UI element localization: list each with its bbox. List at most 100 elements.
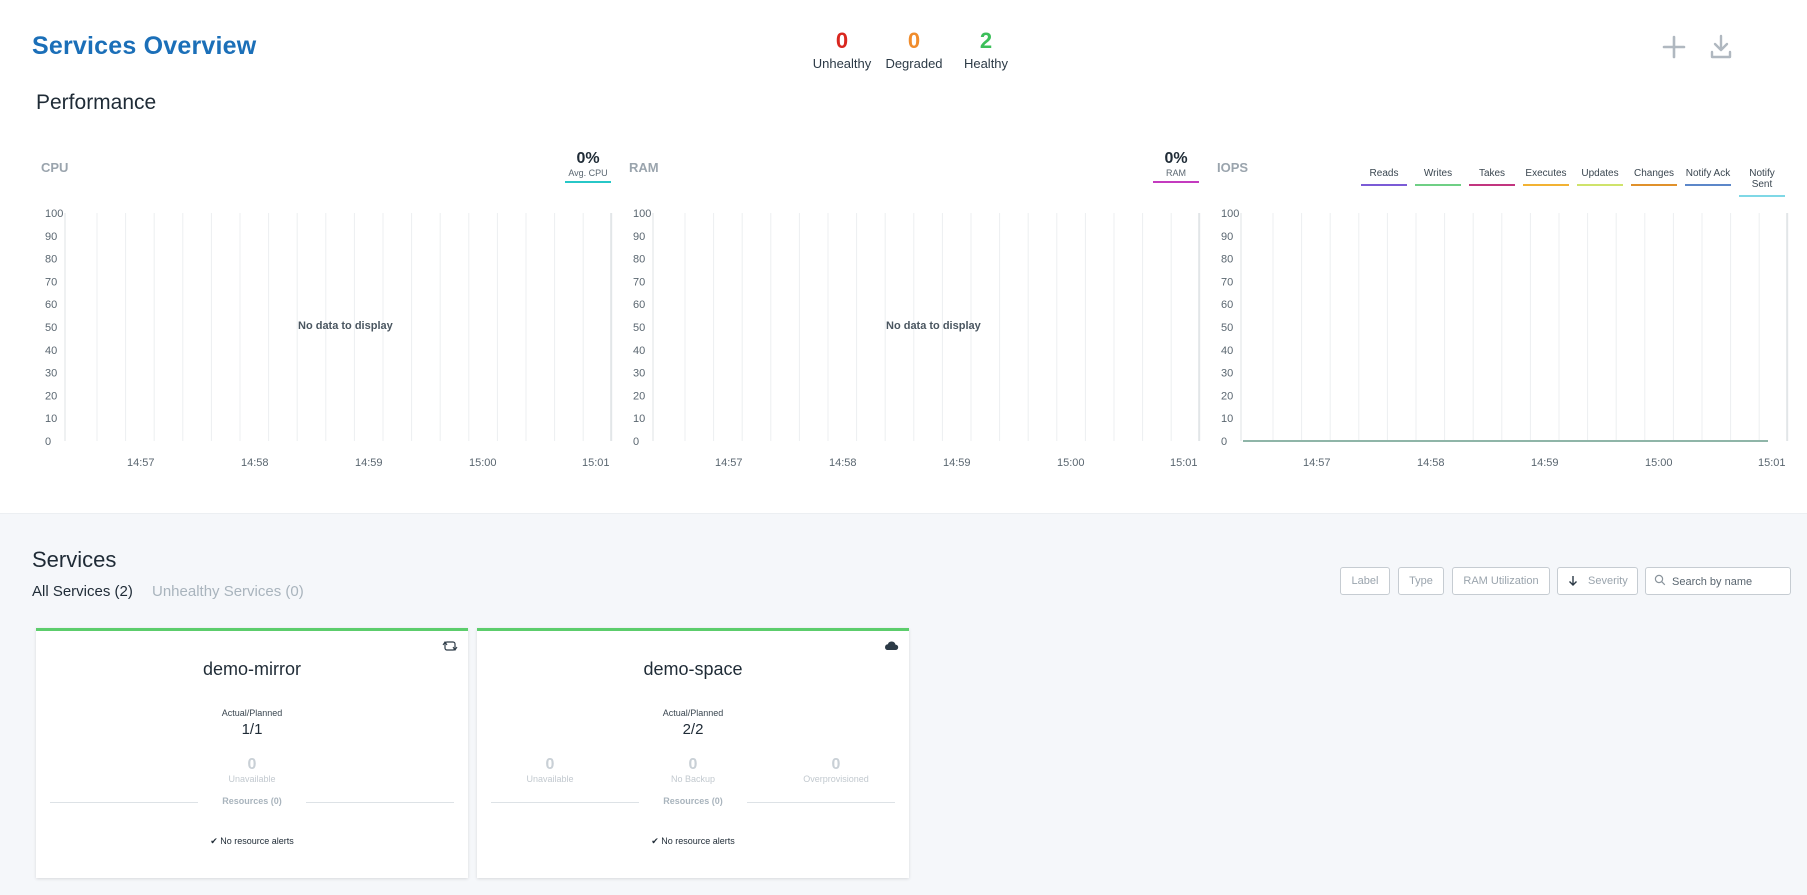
ram-y-tick: 0	[633, 436, 639, 448]
type-filter-button[interactable]: Type	[1398, 567, 1444, 595]
service-name: demo-mirror	[202, 659, 301, 679]
iops-x-tick: 14:58	[1417, 457, 1445, 469]
page-title: Services Overview	[32, 32, 257, 60]
cpu-y-tick: 70	[45, 276, 57, 288]
healthy-stat[interactable]: 2 Healthy	[951, 28, 1021, 71]
label-filter-button[interactable]: Label	[1340, 567, 1390, 595]
unavailable-metric: 0 Unavailable	[526, 756, 574, 784]
ram-plot: 100908070605040302010014:57 14:58 14:59 15:…	[633, 208, 1201, 469]
ram-y-tick: 10	[633, 413, 645, 425]
iops-y-tick: 50	[1221, 322, 1233, 334]
service-card-demo-mirror[interactable]: demo-mirror Actual/Planned 1/1 0 Unavail…	[36, 628, 468, 878]
cpu-x-tick: 14:57	[127, 457, 155, 469]
healthy-label: Healthy	[963, 56, 1009, 71]
ram-x-tick: 15:00	[1057, 457, 1085, 469]
search-icon	[1654, 574, 1666, 586]
iops-y-tick: 40	[1221, 345, 1233, 357]
actual-planned-value: 1/1	[241, 721, 263, 738]
ram-y-tick: 80	[633, 254, 645, 266]
ram-y-tick: 30	[633, 368, 645, 380]
iops-y-tick: 30	[1221, 368, 1233, 380]
mirror-sync-icon[interactable]	[442, 639, 458, 653]
cpu-x-tick: 15:01	[582, 457, 610, 469]
cpu-y-tick: 20	[45, 390, 57, 402]
cpu-no-data-label: No data to display	[298, 320, 394, 332]
cpu-x-tick: 14:58	[241, 457, 269, 469]
search-input[interactable]	[1670, 572, 1786, 592]
ram-y-tick: 90	[633, 231, 645, 243]
iops-x-tick: 15:01	[1758, 457, 1786, 469]
ram-y-tick: 60	[633, 299, 645, 311]
download-icon	[1710, 34, 1732, 59]
degraded-stat[interactable]: 0 Degraded	[879, 28, 949, 71]
add-button[interactable]	[1657, 30, 1691, 64]
iops-x-tick: 14:59	[1531, 457, 1559, 469]
download-button[interactable]	[1704, 30, 1738, 64]
severity-sort-button[interactable]: Severity	[1557, 567, 1638, 595]
services-title: Services	[32, 547, 117, 572]
resource-alerts-status: ✔ No resource alerts	[210, 836, 294, 846]
cpu-y-tick: 60	[45, 299, 57, 311]
cloud-icon[interactable]	[883, 639, 899, 653]
cpu-x-tick: 15:00	[469, 457, 497, 469]
ram-y-tick: 100	[633, 208, 651, 220]
healthy-count: 2	[979, 28, 993, 53]
cpu-x-tick: 14:59	[355, 457, 383, 469]
iops-y-tick: 0	[1221, 436, 1227, 448]
iops-y-tick: 70	[1221, 276, 1233, 288]
ram-x-tick: 14:57	[715, 457, 743, 469]
cpu-plot: 100908070605040302010014:57 14:58 14:59 15:…	[45, 208, 613, 469]
resources-label: Resources (0)	[222, 796, 282, 806]
cpu-y-tick: 100	[45, 208, 63, 220]
tab-unhealthy-services[interactable]: Unhealthy Services (0)	[152, 583, 304, 600]
unhealthy-stat[interactable]: 0 Unhealthy	[807, 28, 877, 71]
iops-chart: IOPS Reads Writes Takes Executes Updates…	[1213, 150, 1798, 470]
overprovisioned-metric: 0 Overprovisioned	[803, 756, 869, 784]
plus-icon	[1662, 35, 1686, 59]
check-icon: ✔	[210, 836, 218, 846]
iops-plot: 100908070605040302010014:57 14:58 14:59 15:…	[1221, 208, 1789, 469]
arrow-down-icon	[1569, 576, 1577, 586]
iops-x-tick: 15:00	[1645, 457, 1673, 469]
ram-y-tick: 50	[633, 322, 645, 334]
cpu-y-tick: 40	[45, 345, 57, 357]
cpu-y-tick: 50	[45, 322, 57, 334]
check-icon: ✔	[651, 836, 659, 846]
cpu-y-tick: 90	[45, 231, 57, 243]
ram-y-tick: 20	[633, 390, 645, 402]
iops-y-tick: 60	[1221, 299, 1233, 311]
cpu-y-tick: 30	[45, 368, 57, 380]
no-backup-metric: 0 No Backup	[670, 756, 716, 784]
unhealthy-label: Unhealthy	[812, 56, 872, 71]
ram-y-tick: 40	[633, 345, 645, 357]
performance-title: Performance	[36, 91, 157, 114]
iops-x-tick: 14:57	[1303, 457, 1331, 469]
iops-y-tick: 20	[1221, 390, 1233, 402]
divider-right	[747, 802, 895, 803]
degraded-count: 0	[907, 28, 921, 53]
severity-label: Severity	[1588, 575, 1628, 587]
ram-utilization-filter-button[interactable]: RAM Utilization	[1452, 567, 1550, 595]
search-box[interactable]	[1645, 567, 1791, 595]
iops-y-tick: 90	[1221, 231, 1233, 243]
cpu-y-tick: 0	[45, 436, 51, 448]
cpu-chart: CPU 0% Avg. CPU 100 90 80 70 60 50 40 30 20 10 0 14…	[37, 150, 622, 470]
cpu-y-tick: 80	[45, 254, 57, 266]
ram-x-tick: 14:58	[829, 457, 857, 469]
resources-label: Resources (0)	[663, 796, 723, 806]
service-card-demo-space[interactable]: demo-space Actual/Planned 2/2 0 Unavaila…	[477, 628, 909, 878]
resource-alerts-status: ✔ No resource alerts	[651, 836, 735, 846]
ram-no-data-label: No data to display	[886, 320, 982, 332]
tab-all-services[interactable]: All Services (2)	[32, 583, 133, 600]
actual-planned-value: 2/2	[682, 721, 704, 738]
ram-x-tick: 15:01	[1170, 457, 1198, 469]
ram-y-tick: 70	[633, 276, 645, 288]
actual-planned-label: Actual/Planned	[662, 708, 724, 718]
service-name: demo-space	[643, 659, 743, 679]
unavailable-metric: 0 Unavailable	[228, 756, 276, 784]
cpu-y-tick: 10	[45, 413, 57, 425]
ram-x-tick: 14:59	[943, 457, 971, 469]
iops-y-tick: 10	[1221, 413, 1233, 425]
iops-y-tick: 100	[1221, 208, 1239, 220]
degraded-label: Degraded	[885, 56, 943, 71]
